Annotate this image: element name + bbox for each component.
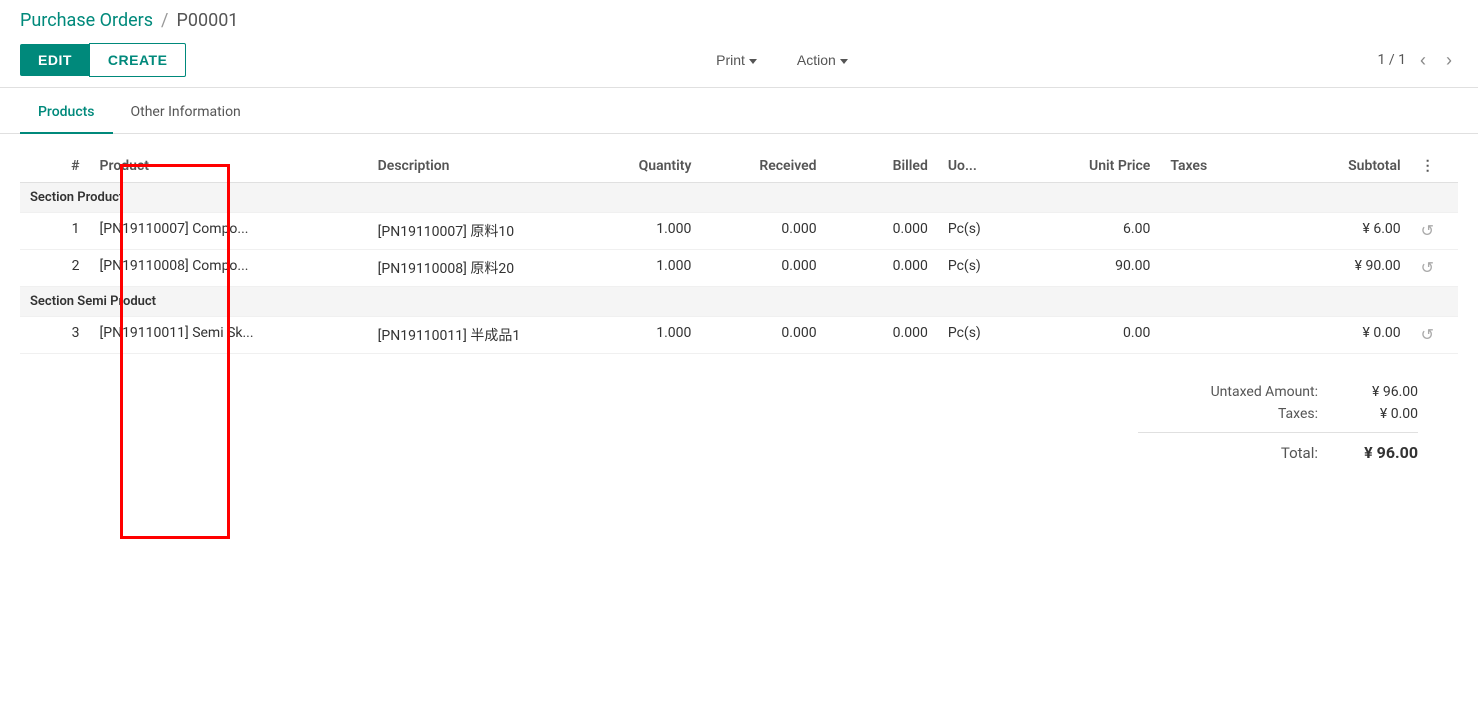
col-header-product: Product xyxy=(90,150,368,183)
row-received: 0.000 xyxy=(701,317,826,354)
col-header-received: Received xyxy=(701,150,826,183)
grand-total-value: ¥ 96.00 xyxy=(1338,443,1418,462)
row-product: [PN19110008] Compo... xyxy=(90,250,368,287)
col-header-billed: Billed xyxy=(827,150,938,183)
row-received: 0.000 xyxy=(701,250,826,287)
row-product: [PN19110007] Compo... xyxy=(90,213,368,250)
next-record-button[interactable]: › xyxy=(1440,48,1458,73)
row-uom: Pc(s) xyxy=(938,317,1035,354)
col-header-description: Description xyxy=(368,150,577,183)
toolbar-center: Print Action xyxy=(706,46,858,74)
create-button[interactable]: CREATE xyxy=(89,43,187,77)
total-divider xyxy=(1138,432,1418,433)
row-taxes xyxy=(1160,317,1271,354)
section-row-semi-product: Section Semi Product xyxy=(20,287,1458,317)
breadcrumb-current: P00001 xyxy=(176,10,238,31)
row-received: 0.000 xyxy=(701,213,826,250)
row-subtotal: ¥ 0.00 xyxy=(1272,317,1411,354)
table-header-row: # Product Description Quantity Received … xyxy=(20,150,1458,183)
row-history[interactable]: ↺ xyxy=(1411,250,1458,287)
tabs: Products Other Information xyxy=(20,92,1458,133)
untaxed-amount-row: Untaxed Amount: ¥ 96.00 xyxy=(1138,384,1418,400)
untaxed-amount-label: Untaxed Amount: xyxy=(1158,384,1318,400)
table-row[interactable]: 3 [PN19110011] Semi Sk... [PN19110011] 半… xyxy=(20,317,1458,354)
row-quantity: 1.000 xyxy=(576,213,701,250)
history-icon[interactable]: ↺ xyxy=(1421,221,1434,240)
row-uom: Pc(s) xyxy=(938,250,1035,287)
row-description: [PN19110011] 半成品1 xyxy=(368,317,577,354)
breadcrumb: Purchase Orders / P00001 xyxy=(20,10,1458,31)
row-description: [PN19110007] 原料10 xyxy=(368,213,577,250)
row-taxes xyxy=(1160,213,1271,250)
row-unit-price: 90.00 xyxy=(1035,250,1160,287)
print-dropdown-button[interactable]: Print xyxy=(706,46,767,74)
row-history[interactable]: ↺ xyxy=(1411,213,1458,250)
row-unit-price: 6.00 xyxy=(1035,213,1160,250)
row-description: [PN19110008] 原料20 xyxy=(368,250,577,287)
section-label-semi-product: Section Semi Product xyxy=(20,287,1458,317)
print-label: Print xyxy=(716,52,745,68)
col-header-subtotal: Subtotal xyxy=(1272,150,1411,183)
prev-record-button[interactable]: ‹ xyxy=(1414,48,1432,73)
breadcrumb-parent[interactable]: Purchase Orders xyxy=(20,10,153,31)
row-num: 3 xyxy=(20,317,90,354)
col-header-taxes: Taxes xyxy=(1160,150,1271,183)
row-taxes xyxy=(1160,250,1271,287)
table-row[interactable]: 1 [PN19110007] Compo... [PN19110007] 原料1… xyxy=(20,213,1458,250)
row-quantity: 1.000 xyxy=(576,250,701,287)
taxes-value: ¥ 0.00 xyxy=(1338,406,1418,422)
print-chevron-icon xyxy=(749,59,757,64)
row-billed: 0.000 xyxy=(827,317,938,354)
row-num: 2 xyxy=(20,250,90,287)
row-history[interactable]: ↺ xyxy=(1411,317,1458,354)
grand-total-row: Total: ¥ 96.00 xyxy=(1138,443,1418,462)
untaxed-amount-value: ¥ 96.00 xyxy=(1338,384,1418,400)
row-billed: 0.000 xyxy=(827,213,938,250)
row-subtotal: ¥ 90.00 xyxy=(1272,250,1411,287)
row-uom: Pc(s) xyxy=(938,213,1035,250)
row-product: [PN19110011] Semi Sk... xyxy=(90,317,368,354)
col-header-uom: Uo... xyxy=(938,150,1035,183)
tabs-area: Products Other Information xyxy=(0,92,1478,134)
taxes-label: Taxes: xyxy=(1158,406,1318,422)
pagination-text: 1 / 1 xyxy=(1378,52,1406,68)
col-header-unit-price: Unit Price xyxy=(1035,150,1160,183)
taxes-row: Taxes: ¥ 0.00 xyxy=(1138,406,1418,422)
products-table: # Product Description Quantity Received … xyxy=(20,150,1458,354)
col-header-hash: # xyxy=(20,150,90,183)
action-chevron-icon xyxy=(840,59,848,64)
toolbar-right: 1 / 1 ‹ › xyxy=(1378,48,1458,73)
row-billed: 0.000 xyxy=(827,250,938,287)
toolbar-left: EDIT CREATE xyxy=(20,43,186,77)
tab-other-information[interactable]: Other Information xyxy=(113,92,259,134)
tab-products[interactable]: Products xyxy=(20,92,113,134)
row-quantity: 1.000 xyxy=(576,317,701,354)
action-dropdown-button[interactable]: Action xyxy=(787,46,858,74)
table-row[interactable]: 2 [PN19110008] Compo... [PN19110008] 原料2… xyxy=(20,250,1458,287)
table-body: Section Product 1 [PN19110007] Compo... … xyxy=(20,183,1458,354)
section-label-product: Section Product xyxy=(20,183,1458,213)
history-icon[interactable]: ↺ xyxy=(1421,258,1434,277)
toolbar: EDIT CREATE Print Action 1 / 1 ‹ › xyxy=(20,39,1458,81)
col-header-quantity: Quantity xyxy=(576,150,701,183)
content-area: # Product Description Quantity Received … xyxy=(0,134,1478,478)
action-label: Action xyxy=(797,52,836,68)
totals-section: Untaxed Amount: ¥ 96.00 Taxes: ¥ 0.00 To… xyxy=(20,384,1458,462)
row-subtotal: ¥ 6.00 xyxy=(1272,213,1411,250)
table-wrapper: # Product Description Quantity Received … xyxy=(20,150,1458,354)
grand-total-label: Total: xyxy=(1158,444,1318,462)
breadcrumb-separator: / xyxy=(161,10,168,31)
edit-button[interactable]: EDIT xyxy=(20,44,90,76)
row-unit-price: 0.00 xyxy=(1035,317,1160,354)
history-icon[interactable]: ↺ xyxy=(1421,325,1434,344)
section-row-product: Section Product xyxy=(20,183,1458,213)
row-num: 1 xyxy=(20,213,90,250)
col-header-action: ⋮ xyxy=(1411,150,1458,183)
